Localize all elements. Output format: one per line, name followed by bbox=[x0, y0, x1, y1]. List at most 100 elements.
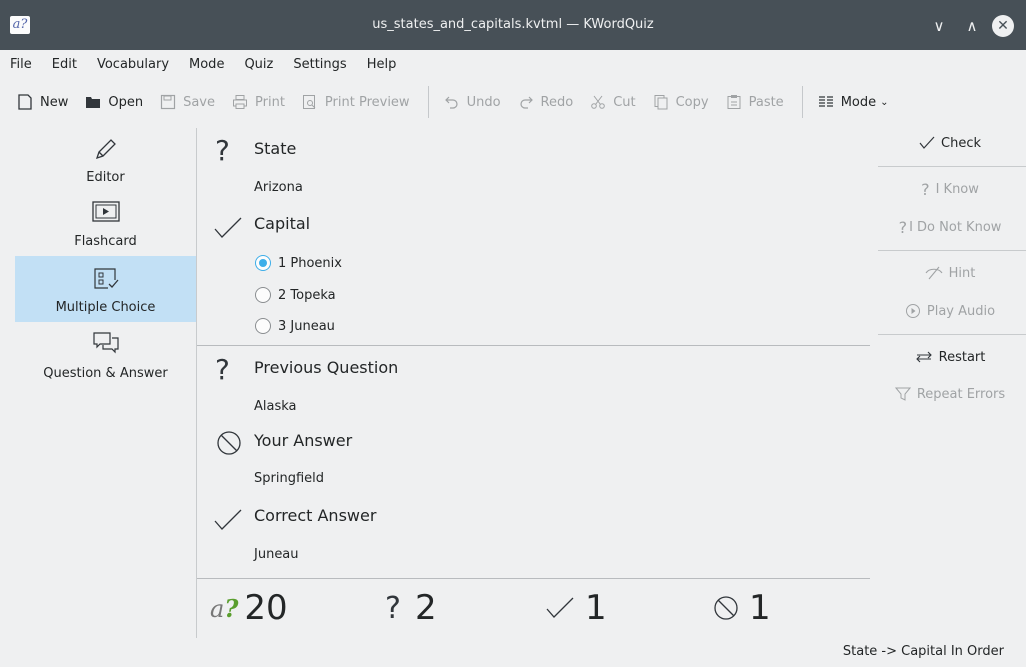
print-label: Print bbox=[255, 94, 285, 110]
print-preview-button[interactable]: Print Preview bbox=[295, 87, 416, 117]
check-button[interactable]: Check bbox=[874, 128, 1026, 158]
question-label: State bbox=[254, 139, 297, 158]
menu-help[interactable]: Help bbox=[367, 57, 397, 72]
copy-label: Copy bbox=[675, 94, 709, 110]
action-separator bbox=[878, 250, 1026, 251]
question-mark-icon: ? bbox=[385, 590, 401, 626]
flashcard-icon bbox=[91, 201, 120, 222]
toolbar: New Open Save Print Print Preview Undo R… bbox=[0, 80, 1026, 124]
window-title: us_states_and_capitals.kvtml — KWordQuiz bbox=[372, 17, 654, 32]
score-errors-value: 1 bbox=[749, 588, 771, 628]
score-questions-value: 2 bbox=[414, 588, 437, 628]
save-icon bbox=[159, 93, 177, 111]
copy-icon bbox=[652, 93, 670, 111]
question-mark-icon: ? bbox=[215, 353, 230, 386]
mode-multiple-choice-label: Multiple Choice bbox=[55, 300, 156, 315]
know-icon: ? bbox=[921, 179, 930, 199]
new-document-icon bbox=[16, 93, 34, 111]
printer-icon bbox=[231, 93, 249, 111]
checkmark-icon bbox=[214, 509, 242, 530]
mode-flashcard[interactable]: Flashcard bbox=[15, 198, 196, 258]
menu-mode[interactable]: Mode bbox=[189, 57, 224, 72]
mode-sidebar: Editor Flashcard Multiple Choice Questio… bbox=[15, 128, 196, 650]
menu-edit[interactable]: Edit bbox=[52, 57, 77, 72]
i-do-not-know-label: I Do Not Know bbox=[909, 219, 1002, 235]
paste-icon bbox=[725, 93, 743, 111]
question-answer-icon bbox=[92, 332, 119, 354]
play-audio-label: Play Audio bbox=[926, 303, 996, 319]
save-button[interactable]: Save bbox=[153, 87, 221, 117]
toolbar-separator bbox=[801, 86, 803, 118]
score-total: a? 20 bbox=[210, 588, 288, 628]
filter-icon bbox=[894, 387, 911, 401]
open-button[interactable]: Open bbox=[78, 87, 149, 117]
undo-label: Undo bbox=[466, 94, 501, 110]
print-preview-label: Print Preview bbox=[324, 94, 410, 110]
new-button[interactable]: New bbox=[10, 87, 74, 117]
radio-button[interactable] bbox=[255, 287, 271, 303]
radio-button[interactable] bbox=[255, 318, 271, 334]
choice-label: 3 Juneau bbox=[278, 318, 335, 334]
mode-editor[interactable]: Editor bbox=[15, 132, 196, 194]
i-do-not-know-button[interactable]: ? I Do Not Know bbox=[874, 212, 1026, 242]
undo-button[interactable]: Undo bbox=[437, 87, 507, 117]
choice-option[interactable]: 3 Juneau bbox=[255, 318, 335, 334]
redo-icon bbox=[517, 93, 535, 111]
section-divider bbox=[197, 345, 870, 346]
scissors-icon bbox=[589, 93, 607, 111]
save-label: Save bbox=[183, 94, 216, 110]
restart-button[interactable]: Restart bbox=[874, 342, 1026, 372]
play-icon bbox=[905, 304, 920, 318]
i-know-button[interactable]: ? I Know bbox=[874, 174, 1026, 204]
folder-open-icon bbox=[84, 93, 102, 111]
repeat-errors-button[interactable]: Repeat Errors bbox=[874, 379, 1026, 409]
open-label: Open bbox=[108, 94, 144, 110]
previous-question-label: Previous Question bbox=[254, 358, 399, 377]
mode-editor-label: Editor bbox=[86, 170, 125, 185]
restart-label: Restart bbox=[938, 349, 986, 365]
wrong-answer-icon bbox=[217, 431, 241, 455]
score-divider bbox=[197, 578, 870, 579]
new-label: New bbox=[40, 94, 69, 110]
check-label: Check bbox=[941, 135, 981, 151]
hint-hidden-icon bbox=[925, 266, 943, 280]
maximize-button[interactable]: ∧ bbox=[961, 15, 983, 37]
cut-label: Cut bbox=[613, 94, 636, 110]
repeat-errors-label: Repeat Errors bbox=[916, 386, 1006, 402]
hint-label: Hint bbox=[948, 265, 976, 281]
score-errors: 1 bbox=[713, 588, 771, 628]
cut-button[interactable]: Cut bbox=[583, 87, 641, 117]
menu-vocabulary[interactable]: Vocabulary bbox=[97, 57, 169, 72]
choice-option[interactable]: 1 Phoenix bbox=[255, 255, 342, 271]
choice-option[interactable]: 2 Topeka bbox=[255, 287, 336, 303]
close-button[interactable]: ✕ bbox=[992, 15, 1014, 37]
quiz-area: ? State Arizona Capital 1 Phoenix 2 Tope… bbox=[197, 124, 874, 644]
copy-button[interactable]: Copy bbox=[646, 87, 715, 117]
mode-menu-button[interactable]: Mode ⌄ bbox=[811, 87, 895, 117]
minimize-button[interactable]: ∨ bbox=[928, 15, 950, 37]
mode-multiple-choice[interactable]: Multiple Choice bbox=[15, 256, 196, 322]
checkmark-icon bbox=[214, 217, 242, 238]
error-icon bbox=[714, 596, 738, 620]
toolbar-separator bbox=[427, 86, 429, 118]
question-mark-icon: ? bbox=[215, 134, 230, 167]
app-logo-icon: a? bbox=[210, 593, 239, 623]
paste-button[interactable]: Paste bbox=[719, 87, 790, 117]
radio-button[interactable] bbox=[255, 255, 271, 271]
print-button[interactable]: Print bbox=[225, 87, 291, 117]
mode-question-answer[interactable]: Question & Answer bbox=[15, 328, 196, 390]
action-separator bbox=[878, 334, 1026, 335]
play-audio-button[interactable]: Play Audio bbox=[874, 296, 1026, 326]
menu-file[interactable]: File bbox=[10, 57, 32, 72]
score-correct: 1 bbox=[545, 588, 607, 628]
hint-button[interactable]: Hint bbox=[874, 258, 1026, 288]
redo-label: Redo bbox=[540, 94, 574, 110]
checkmark-icon bbox=[919, 136, 935, 149]
mode-question-answer-label: Question & Answer bbox=[43, 366, 168, 381]
redo-button[interactable]: Redo bbox=[511, 87, 580, 117]
menu-settings[interactable]: Settings bbox=[293, 57, 346, 72]
menu-quiz[interactable]: Quiz bbox=[244, 57, 273, 72]
answer-label: Capital bbox=[254, 214, 311, 233]
question-value: Arizona bbox=[254, 180, 303, 195]
mode-list-icon bbox=[817, 93, 835, 111]
